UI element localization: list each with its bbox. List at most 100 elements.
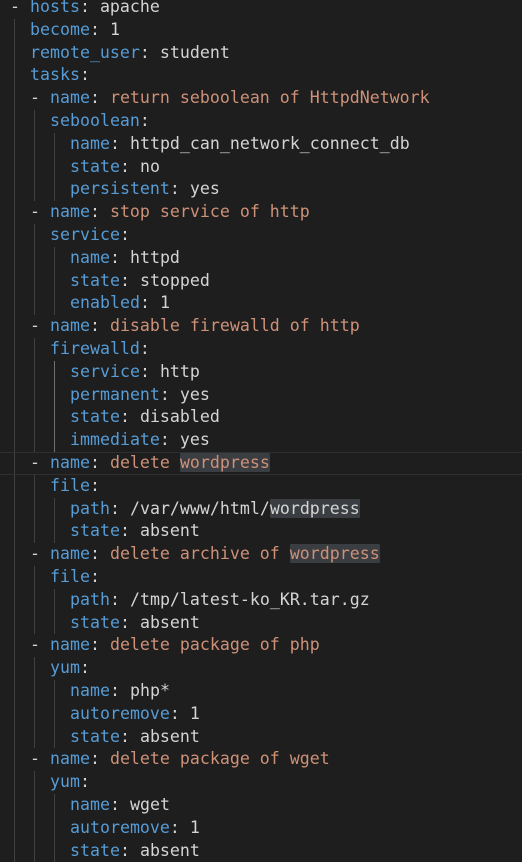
indent-guide [14, 634, 15, 658]
code-line[interactable]: - name: delete archive of wordpress [0, 543, 522, 566]
code-line[interactable]: state: absent [0, 725, 522, 749]
value-text: delete wordpress [109, 453, 270, 472]
code-line[interactable]: - name: disable firewalld of http [0, 315, 522, 338]
indent-guide [34, 269, 35, 293]
code-line[interactable]: state: disabled [0, 406, 522, 430]
code-line[interactable]: name: httpd [0, 246, 522, 270]
yaml-key: name [49, 635, 90, 655]
colon: : [169, 817, 180, 837]
code-line[interactable]: name: wget [0, 794, 522, 817]
code-line[interactable]: name: php* [0, 680, 522, 703]
indent-guide [34, 611, 35, 635]
colon: : [89, 749, 100, 769]
code-line[interactable]: become: 1 [0, 18, 522, 42]
indent-guide [34, 110, 35, 133]
indent-guide [54, 725, 55, 749]
yaml-key: name [70, 133, 110, 153]
indent-guide [54, 246, 55, 270]
colon: : [119, 156, 130, 176]
code-line[interactable]: state: absent [0, 520, 522, 544]
code-line[interactable]: permanent: yes [0, 383, 522, 407]
code-line[interactable]: tasks: [0, 64, 522, 88]
yaml-key: remote_user [30, 42, 140, 62]
code-line[interactable]: immediate: yes [0, 429, 522, 452]
yaml-key: name [49, 88, 90, 108]
yaml-key: name [70, 681, 110, 700]
code-line[interactable]: autoremove: 1 [0, 816, 522, 840]
code-line[interactable]: path: /tmp/latest-ko_KR.tar.gz [0, 588, 522, 612]
value-text: wget [129, 795, 170, 814]
value-text: return seboolean of HttpdNetwork [109, 88, 430, 108]
colon: : [79, 772, 90, 792]
indent-guide [34, 520, 35, 544]
yaml-key: name [70, 795, 110, 814]
yaml-key: tasks [30, 65, 80, 85]
indent-guide [54, 132, 55, 156]
indent-guide [34, 816, 35, 840]
indent-guide [34, 702, 35, 726]
colon: : [139, 293, 150, 313]
list-dash: - [10, 0, 30, 16]
code-line[interactable]: path: /var/www/html/wordpress [0, 497, 522, 521]
indent-guide [14, 680, 15, 703]
indent-guide [14, 429, 15, 452]
code-line[interactable]: seboolean: [0, 110, 522, 133]
indent-guide [34, 155, 35, 179]
indent-guide [14, 64, 15, 88]
value-text: absent [139, 612, 200, 632]
code-editor[interactable]: - hosts: apache become: 1 remote_user: stu… [0, 0, 522, 862]
value-text: student [159, 42, 230, 62]
indent-guide [34, 132, 35, 156]
value-text: 1 [189, 703, 200, 723]
list-dash: - [30, 202, 50, 222]
yaml-key: name [49, 749, 90, 769]
code-line[interactable]: file: [0, 474, 522, 498]
value-text: delete archive of wordpress [109, 544, 380, 564]
code-line[interactable]: - name: return seboolean of HttpdNetwork [0, 87, 522, 110]
code-line[interactable]: state: absent [0, 839, 522, 862]
yaml-key: name [49, 316, 90, 336]
colon: : [89, 19, 100, 39]
code-line[interactable]: yum: [0, 771, 522, 794]
code-line[interactable]: service: http [0, 360, 522, 384]
value-text: /var/www/html/wordpress [129, 498, 360, 518]
code-line[interactable]: service: [0, 224, 522, 247]
code-line[interactable]: firewalld: [0, 338, 522, 361]
indent-guide [14, 588, 15, 612]
indent-guide [54, 360, 55, 384]
code-line[interactable]: autoremove: 1 [0, 702, 522, 726]
code-line[interactable]: - hosts: apache [0, 0, 522, 19]
code-line[interactable]: name: httpd_can_network_connect_db [0, 132, 522, 156]
code-line[interactable]: - name: delete wordpress [0, 452, 522, 475]
code-line[interactable]: persistent: yes [0, 178, 522, 202]
colon: : [139, 111, 150, 130]
indent-guide [14, 566, 15, 589]
yaml-key: name [49, 453, 90, 472]
indent-guide [14, 474, 15, 498]
code-line[interactable]: state: stopped [0, 269, 522, 293]
colon: : [89, 316, 100, 336]
code-line[interactable]: state: absent [0, 611, 522, 635]
code-line[interactable]: - name: delete package of php [0, 634, 522, 658]
code-line[interactable]: - name: delete package of wget [0, 748, 522, 772]
list-dash: - [30, 88, 50, 108]
value-text: /tmp/latest-ko_KR.tar.gz [129, 589, 370, 609]
colon: : [119, 840, 130, 860]
indent-guide [54, 611, 55, 635]
code-line[interactable]: remote_user: student [0, 41, 522, 65]
code-line[interactable]: file: [0, 566, 522, 589]
code-line[interactable]: state: no [0, 155, 522, 179]
yaml-key: autoremove [70, 703, 170, 723]
yaml-key: persistent [70, 179, 170, 199]
word-highlight: wordpress [269, 498, 360, 518]
indent-guide [14, 155, 15, 179]
list-dash: - [30, 749, 50, 769]
indent-guide [54, 702, 55, 726]
indent-guide [14, 87, 15, 110]
indent-guide [34, 566, 35, 589]
value-text: disable firewalld of http [109, 316, 360, 336]
code-line[interactable]: enabled: 1 [0, 292, 522, 316]
code-line[interactable]: - name: stop service of http [0, 201, 522, 224]
code-line[interactable]: yum: [0, 657, 522, 680]
colon: : [89, 453, 100, 472]
